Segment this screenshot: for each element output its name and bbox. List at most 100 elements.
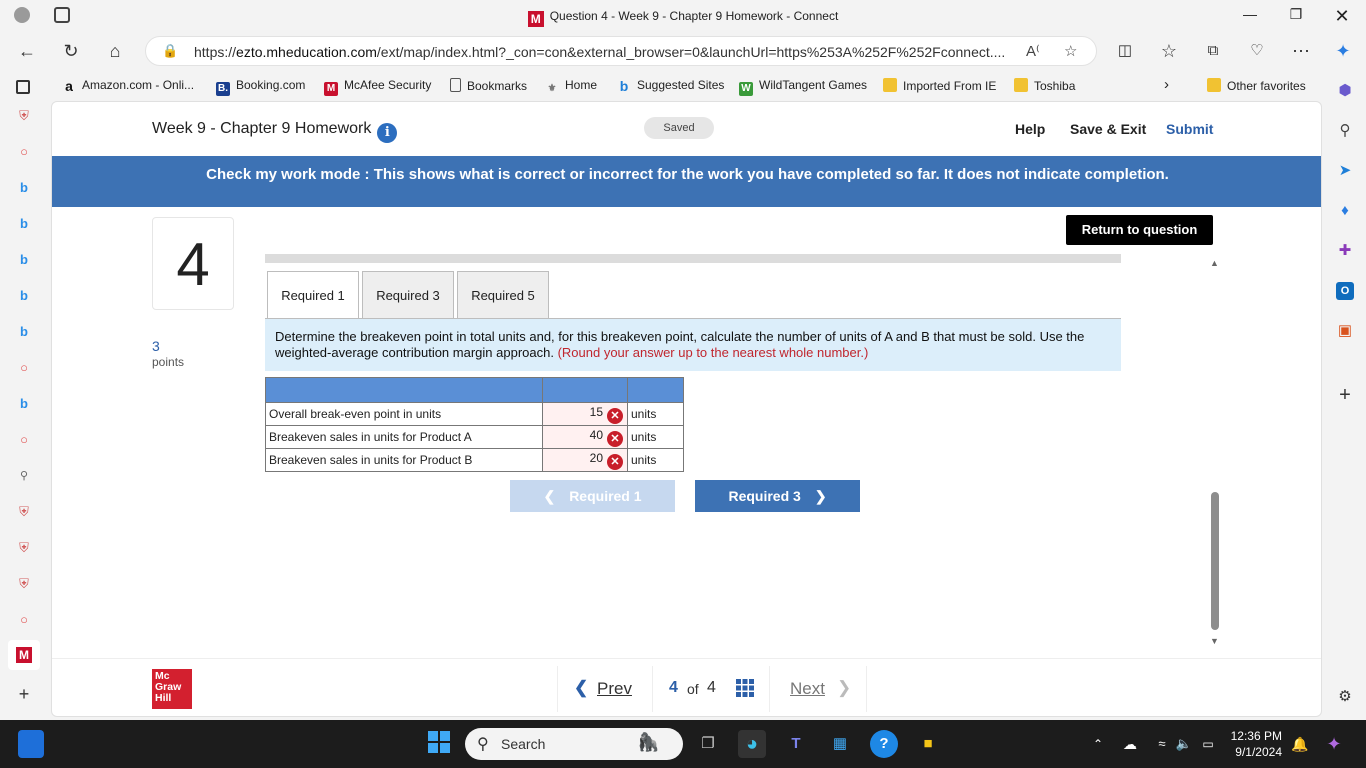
active-tab-mcgraw-icon[interactable]: M <box>8 640 40 670</box>
show-hidden-icons[interactable]: ⌃ <box>1084 730 1112 758</box>
home-button[interactable]: ⌂ <box>102 39 128 63</box>
tab-required-5[interactable]: Required 5 <box>457 271 549 318</box>
prev-required-button[interactable]: ❮ Required 1 <box>510 480 675 512</box>
fav-imported[interactable]: Imported From IE <box>883 78 996 93</box>
fav-wildtangent[interactable]: W WildTangent Games <box>739 78 867 96</box>
battery-icon[interactable]: ▭ <box>1194 730 1222 758</box>
bing-tab-icon[interactable]: b <box>16 216 32 232</box>
copilot-sidebar-icon[interactable]: ⬢ <box>1336 82 1354 100</box>
tab-required-3[interactable]: Required 3 <box>362 271 454 318</box>
fav-suggested[interactable]: b Suggested Sites <box>617 78 725 93</box>
wildtangent-icon: W <box>739 82 753 96</box>
grid-icon[interactable] <box>736 679 754 697</box>
page-of: of <box>687 681 699 697</box>
toolbox-icon[interactable]: ▣ <box>1336 322 1354 340</box>
new-tab-icon[interactable]: + <box>16 685 32 703</box>
taskbar-clock[interactable]: 12:36 PM 9/1/2024 <box>1228 728 1282 760</box>
favorite-star-icon[interactable]: ☆ <box>1064 42 1077 60</box>
shield-tab-icon[interactable]: ⛨ <box>16 540 32 556</box>
unit-label: units <box>627 425 684 449</box>
loading-tab-icon[interactable]: ○ <box>16 360 32 376</box>
tab-required-1[interactable]: Required 1 <box>267 271 359 319</box>
scroll-up-icon[interactable]: ▲ <box>1210 258 1219 268</box>
widgets-icon[interactable] <box>18 730 44 758</box>
page-current: 4 <box>669 679 678 696</box>
back-button[interactable]: ← <box>14 39 40 63</box>
address-bar[interactable]: 🔒 https://ezto.mheducation.com/ext/map/i… <box>145 36 1097 66</box>
bing-tab-icon[interactable]: b <box>16 324 32 340</box>
edge-icon[interactable]: ◕ <box>738 730 766 758</box>
outlook-icon[interactable]: O <box>1336 282 1354 300</box>
store-icon[interactable]: ▦ <box>826 730 854 758</box>
puzzle-icon[interactable]: ✚ <box>1336 242 1354 260</box>
url-text[interactable]: https://ezto.mheducation.com/ext/map/ind… <box>194 44 1014 60</box>
help-app-icon[interactable]: ? <box>870 730 898 758</box>
loading-tab-icon[interactable]: ○ <box>16 612 32 628</box>
close-window-button[interactable]: ✕ <box>1331 6 1353 26</box>
send-icon[interactable]: ➤ <box>1336 162 1354 180</box>
favorites-icon[interactable]: ☆ <box>1156 39 1182 63</box>
next-required-button[interactable]: Required 3 ❯ <box>695 480 860 512</box>
minimize-button[interactable]: — <box>1239 6 1261 26</box>
bing-tab-icon[interactable]: b <box>16 288 32 304</box>
bing-tab-icon[interactable]: b <box>16 252 32 268</box>
copilot-icon[interactable]: ✦ <box>1330 39 1356 63</box>
info-icon[interactable]: i <box>377 123 398 143</box>
answer-input[interactable]: 15 ✕ <box>542 402 628 426</box>
fav-overflow-chevron-icon[interactable]: › <box>1164 76 1169 93</box>
task-view-icon[interactable]: ❐ <box>694 730 722 758</box>
prev-link[interactable]: Prev <box>597 679 632 699</box>
refresh-button[interactable]: ↻ <box>58 39 84 63</box>
fav-booking[interactable]: B. Booking.com <box>216 78 305 96</box>
scrollbar-thumb[interactable] <box>1211 492 1219 630</box>
bing-tab-icon[interactable]: b <box>16 180 32 196</box>
taskbar-search[interactable]: ⚲ Search 🦍 <box>465 728 683 760</box>
onedrive-icon[interactable]: ☁ <box>1116 730 1144 758</box>
save-exit-link[interactable]: Save & Exit <box>1070 121 1146 137</box>
answer-input[interactable]: 40 ✕ <box>542 425 628 449</box>
fav-bookmarks[interactable]: Bookmarks <box>450 78 527 93</box>
add-sidebar-icon[interactable]: + <box>1336 385 1354 405</box>
file-explorer-icon[interactable]: ■ <box>914 730 942 758</box>
answer-value[interactable]: 40 <box>590 428 603 442</box>
collections-icon[interactable]: ⧉ <box>1200 39 1226 63</box>
sidebar-toggle-icon[interactable] <box>16 80 30 94</box>
fav-amazon[interactable]: a Amazon.com - Onli... <box>62 78 194 93</box>
unit-label: units <box>627 402 684 426</box>
search-tab-icon[interactable]: ⚲ <box>16 468 32 484</box>
shield-tab-icon[interactable]: ⛨ <box>16 576 32 592</box>
answer-value[interactable]: 20 <box>590 451 603 465</box>
chevron-left-icon[interactable]: ❮ <box>574 678 588 698</box>
settings-icon[interactable]: ⚙ <box>1336 688 1354 706</box>
next-link[interactable]: Next <box>790 679 825 699</box>
submit-link[interactable]: Submit <box>1166 121 1213 137</box>
shield-tab-icon[interactable]: ⛨ <box>16 108 32 124</box>
fav-home[interactable]: ⚜ Home <box>545 78 598 96</box>
tag-icon[interactable]: ♦ <box>1336 202 1354 220</box>
return-to-question-button[interactable]: Return to question <box>1066 215 1213 245</box>
scroll-down-icon[interactable]: ▼ <box>1210 636 1219 646</box>
bing-tab-icon[interactable]: b <box>16 396 32 412</box>
split-screen-icon[interactable]: ◫ <box>1112 39 1138 63</box>
shield-tab-icon[interactable]: ⛨ <box>16 504 32 520</box>
teams-icon[interactable]: T <box>782 730 810 758</box>
loading-tab-icon[interactable]: ○ <box>16 432 32 448</box>
start-icon[interactable] <box>425 730 453 758</box>
search-icon[interactable]: ⚲ <box>1336 122 1354 140</box>
read-aloud-icon[interactable]: A⁽ <box>1026 42 1040 60</box>
fav-mcafee[interactable]: M McAfee Security <box>324 78 431 96</box>
notification-bell-icon[interactable]: 🔔 <box>1286 730 1314 758</box>
fav-toshiba[interactable]: Toshiba <box>1014 78 1075 93</box>
chevron-right-icon[interactable]: ❯ <box>837 678 851 698</box>
lock-icon[interactable]: 🔒 <box>162 43 178 59</box>
answer-value[interactable]: 15 <box>590 405 603 419</box>
answer-input[interactable]: 20 ✕ <box>542 448 628 472</box>
browser-essentials-icon[interactable]: ♡ <box>1244 39 1270 63</box>
loading-tab-icon[interactable]: ○ <box>16 144 32 160</box>
restore-button[interactable]: ❐ <box>1285 6 1307 26</box>
more-menu-icon[interactable]: ⋯ <box>1288 39 1314 63</box>
fav-other[interactable]: Other favorites <box>1207 78 1306 93</box>
copilot-taskbar-icon[interactable]: ✦ <box>1320 730 1348 758</box>
amazon-icon: a <box>65 78 73 94</box>
help-link[interactable]: Help <box>1015 121 1045 137</box>
